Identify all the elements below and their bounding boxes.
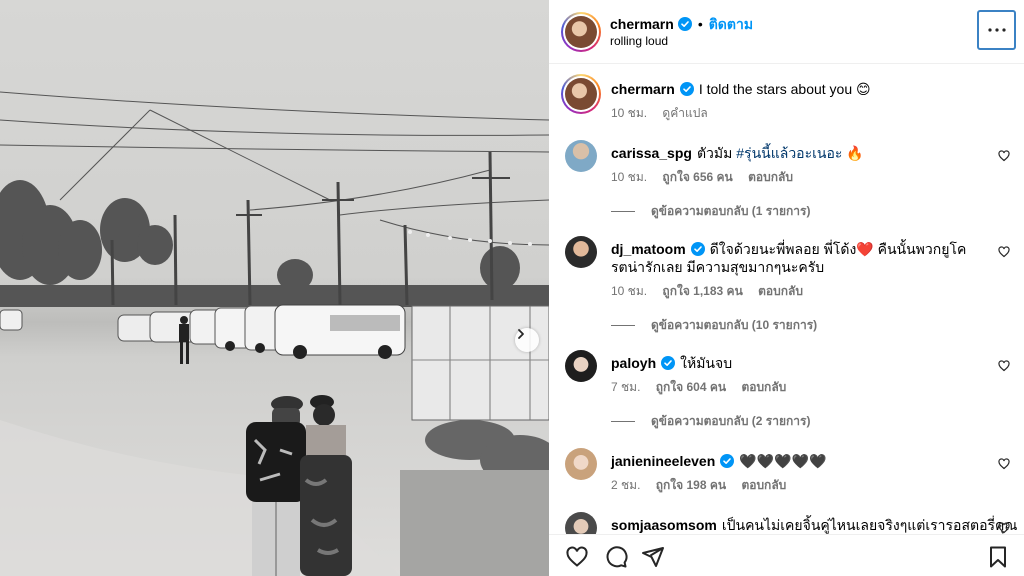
verified-badge-icon [690, 242, 705, 256]
heart-icon[interactable] [998, 522, 1010, 534]
comment-text: ตัวมัม [696, 145, 737, 161]
commenter-username[interactable]: janienineeleven [611, 453, 715, 469]
paper-plane-icon[interactable] [641, 545, 665, 569]
commenter-username[interactable]: carissa_spg [611, 145, 692, 161]
bookmark-icon[interactable] [986, 545, 1010, 569]
next-photo-button[interactable] [515, 328, 539, 352]
commenter-avatar[interactable] [565, 350, 597, 382]
verified-badge-icon [661, 356, 676, 370]
comment-time[interactable]: 10 ชม. [611, 284, 647, 298]
reply-button[interactable]: ตอบกลับ [758, 284, 803, 298]
comment-text-block: janienineeleven 🖤🖤🖤🖤🖤 [611, 452, 991, 470]
separator-dot: • [697, 16, 703, 32]
commenter-avatar[interactable] [565, 140, 597, 172]
verified-badge-icon [677, 17, 692, 31]
post-side-panel: chermarn • ติดตาม rolling loud chermarn I t… [549, 0, 1024, 576]
heart-icon[interactable] [998, 246, 1010, 258]
more-options-button[interactable] [977, 10, 1016, 50]
reply-button[interactable]: ตอบกลับ [741, 478, 786, 492]
caption-username[interactable]: chermarn [611, 81, 675, 97]
comment-time[interactable]: 10 ชม. [611, 170, 647, 184]
comments-list[interactable]: chermarn I told the stars about you 😊 10 … [549, 64, 1024, 534]
comment-time[interactable]: 2 ชม. [611, 478, 640, 492]
heart-icon[interactable] [998, 458, 1010, 470]
photo-scene [0, 91, 549, 576]
caption-time[interactable]: 10 ชม. [611, 106, 647, 120]
comment-likes[interactable]: ถูกใจ 604 คน [656, 380, 726, 394]
walking-couple [246, 395, 352, 576]
comment-text: ให้มันจบ [680, 355, 733, 371]
translate-link[interactable]: ดูคำแปล [662, 106, 707, 120]
heart-icon[interactable] [565, 545, 589, 569]
author-username[interactable]: chermarn [610, 16, 674, 32]
commenter-avatar[interactable] [565, 236, 597, 268]
comment-time[interactable]: 7 ชม. [611, 380, 640, 394]
post-location[interactable]: rolling loud [610, 34, 668, 48]
comment-text: เป็นคนไม่เคยจิ้นคู่ไหนเลยจริงๆแต่เรารอสต… [721, 517, 1018, 533]
commenter-username[interactable]: paloyh [611, 355, 656, 371]
comment-meta: 10 ชม. ถูกใจ 1,183 คน ตอบกลับ [611, 282, 815, 301]
caption-author-avatar[interactable] [561, 74, 601, 114]
pole-crossbars [236, 177, 510, 216]
parked-vans [0, 304, 406, 359]
shrubs [400, 420, 549, 576]
comment-text-block: carissa_spg ตัวมัม #รุ่นนี้แล้วอะเนอะ 🔥 [611, 144, 991, 162]
view-replies-label: ดูข้อความตอบกลับ (10 รายการ) [651, 318, 818, 332]
follow-button[interactable]: ติดตาม [709, 16, 753, 32]
heart-icon[interactable] [998, 360, 1010, 372]
comment-likes[interactable]: ถูกใจ 1,183 คน [662, 284, 742, 298]
caption-text-block: chermarn I told the stars about you 😊 [611, 80, 991, 98]
action-bar [549, 534, 1024, 576]
comment-text: 🖤🖤🖤🖤🖤 [739, 453, 827, 469]
comment-likes[interactable]: ถูกใจ 198 คน [656, 478, 726, 492]
heart-icon[interactable] [998, 150, 1010, 162]
author-avatar[interactable] [561, 12, 601, 52]
comment-meta: 7 ชม. ถูกใจ 604 คน ตอบกลับ [611, 378, 798, 397]
caption-meta: 10 ชม. ดูคำแปล [611, 104, 720, 123]
commenter-username[interactable]: dj_matoom [611, 241, 686, 257]
caption-text: I told the stars about you 😊 [698, 81, 871, 97]
comment-likes[interactable]: ถูกใจ 656 คน [662, 170, 732, 184]
verified-badge-icon [679, 82, 694, 96]
view-replies-button[interactable]: ดูข้อความตอบกลับ (1 รายการ) [611, 202, 810, 221]
comment-icon[interactable] [604, 545, 628, 569]
comment-text-block: dj_matoom ดีใจด้วยนะพี่พลอย พี่โด้ง❤️ คืน… [611, 240, 991, 276]
commenter-username[interactable]: somjaasomsom [611, 517, 717, 533]
commenter-avatar[interactable] [565, 512, 597, 534]
tree-line [0, 180, 549, 307]
view-replies-label: ดูข้อความตอบกลับ (2 รายการ) [651, 414, 811, 428]
post-photo [0, 0, 549, 576]
author-line: chermarn • ติดตาม [610, 14, 753, 36]
commenter-avatar[interactable] [565, 448, 597, 480]
comment-text-block: somjaasomsom เป็นคนไม่เคยจิ้นคู่ไหนเลยจริ… [611, 516, 1017, 534]
reply-button[interactable]: ตอบกลับ [748, 170, 793, 184]
view-replies-label: ดูข้อความตอบกลับ (1 รายการ) [651, 204, 811, 218]
comment-hashtag[interactable]: #รุ่นนี้แล้วอะเนอะ [736, 145, 842, 161]
verified-badge-icon [720, 454, 735, 468]
view-replies-button[interactable]: ดูข้อความตอบกลับ (2 รายการ) [611, 412, 810, 431]
comment-meta: 10 ชม. ถูกใจ 656 คน ตอบกลับ [611, 168, 805, 187]
comment-meta: 2 ชม. ถูกใจ 198 คน ตอบกลับ [611, 476, 798, 495]
comment-text-block: paloyh ให้มันจบ [611, 354, 991, 372]
post-header: chermarn • ติดตาม rolling loud [549, 0, 1024, 64]
fence-panel [411, 305, 549, 421]
reply-button[interactable]: ตอบกลับ [741, 380, 786, 394]
view-replies-button[interactable]: ดูข้อความตอบกลับ (10 รายการ) [611, 316, 817, 335]
more-options-icon [987, 28, 1006, 32]
comment-emoji: 🔥 [842, 145, 864, 161]
chevron-right-icon [518, 329, 524, 339]
